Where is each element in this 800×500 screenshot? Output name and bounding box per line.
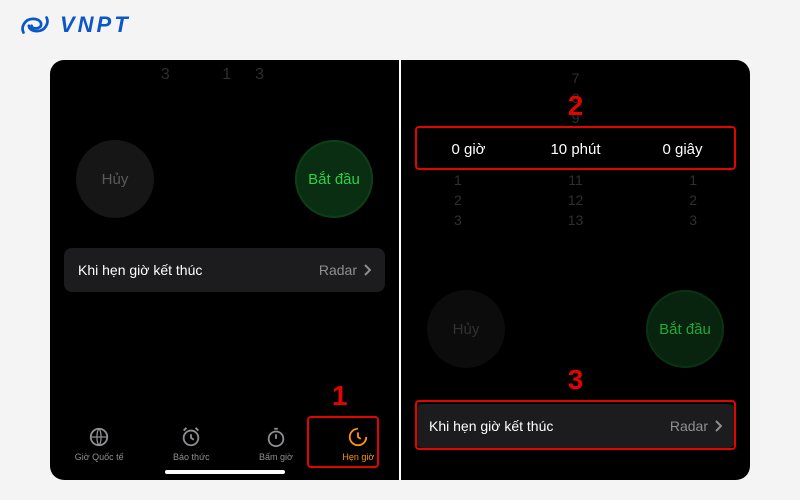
cancel-button[interactable]: Hủy bbox=[427, 290, 505, 368]
when-timer-ends-row[interactable]: Khi hẹn giờ kết thúc Radar bbox=[415, 404, 736, 448]
when-timer-ends-value: Radar bbox=[670, 418, 708, 434]
brand-logo: VNPT bbox=[18, 12, 131, 38]
alarm-icon bbox=[180, 426, 202, 448]
brand-name: VNPT bbox=[60, 12, 131, 38]
when-timer-ends-label: Khi hẹn giờ kết thúc bbox=[429, 418, 553, 434]
home-indicator[interactable] bbox=[165, 470, 285, 474]
wheel-ghost-above: 7 8 9 bbox=[401, 68, 750, 128]
picker-minutes[interactable]: 10 phút bbox=[522, 141, 629, 158]
cancel-button[interactable]: Hủy bbox=[76, 140, 154, 218]
screenshot-stage: 3 13 Hủy Bắt đầu Khi hẹn giờ kết thúc Ra… bbox=[50, 60, 750, 480]
phone-right: 7 8 9 0 giờ 10 phút 0 giây 123 111213 12… bbox=[401, 60, 750, 480]
chevron-right-icon bbox=[363, 264, 371, 276]
picker-seconds[interactable]: 0 giây bbox=[629, 141, 736, 158]
when-timer-ends-row[interactable]: Khi hẹn giờ kết thúc Radar bbox=[64, 248, 385, 292]
chevron-right-icon bbox=[714, 420, 722, 432]
timer-icon bbox=[347, 426, 369, 448]
start-button[interactable]: Bắt đầu bbox=[646, 290, 724, 368]
vnpt-swirl-icon bbox=[18, 14, 52, 36]
start-button[interactable]: Bắt đầu bbox=[295, 140, 373, 218]
tab-timer[interactable]: Hẹn giờ bbox=[342, 426, 374, 462]
tab-world-clock[interactable]: Giờ Quốc tế bbox=[75, 426, 124, 462]
picker-hours[interactable]: 0 giờ bbox=[415, 141, 522, 158]
stopwatch-icon bbox=[265, 426, 287, 448]
annotation-number-1: 1 bbox=[332, 380, 348, 412]
phone-left: 3 13 Hủy Bắt đầu Khi hẹn giờ kết thúc Ra… bbox=[50, 60, 399, 480]
when-timer-ends-label: Khi hẹn giờ kết thúc bbox=[78, 262, 202, 278]
ghost-wheel-row: 3 13 bbox=[50, 66, 399, 84]
tab-alarm[interactable]: Báo thức bbox=[173, 426, 210, 462]
timer-picker[interactable]: 0 giờ 10 phút 0 giây bbox=[415, 132, 736, 166]
when-timer-ends-value: Radar bbox=[319, 262, 357, 278]
wheel-ghost-below: 123 111213 123 bbox=[401, 170, 750, 230]
tab-stopwatch[interactable]: Bấm giờ bbox=[259, 426, 293, 462]
annotation-number-3: 3 bbox=[568, 364, 584, 396]
globe-icon bbox=[88, 426, 110, 448]
